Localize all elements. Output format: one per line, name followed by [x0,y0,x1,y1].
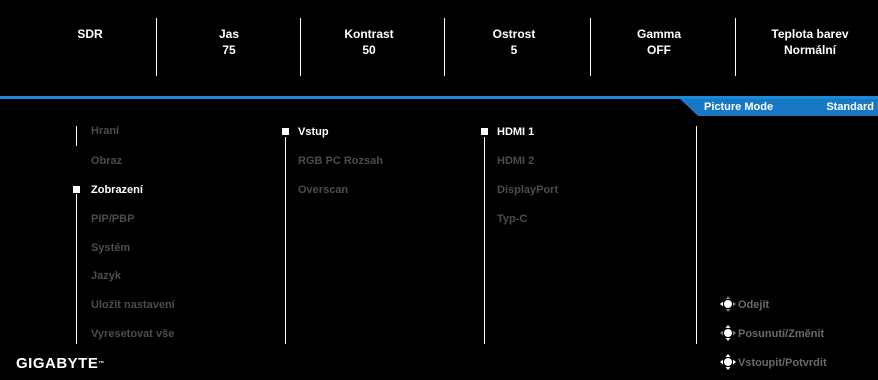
picture-mode-value: Standard [826,101,874,113]
nav-help-exit: Odejít [738,299,770,311]
menu-item-pip-pbp[interactable]: PIP/PBP [91,212,134,226]
top-separator [300,18,301,76]
menu-item-language[interactable]: Jazyk [91,269,121,283]
top-item-value: Normální [783,43,836,57]
top-item-label: Gamma [636,27,682,41]
nav-help-enter-confirm: Vstoupit/Potvrdit [738,357,827,369]
joystick-press-icon [720,354,736,370]
submenu-item-overscan[interactable]: Overscan [298,183,348,197]
menu-item-display[interactable]: Zobrazení [91,183,143,197]
top-item-sharpness: Ostrost 5 [455,18,573,84]
top-separator [590,18,591,76]
top-item-value: 50 [362,43,376,57]
option-type-c[interactable]: Typ-C [497,212,527,226]
accent-divider [0,96,878,99]
top-item-value: 75 [222,43,236,57]
column-line [696,126,697,344]
submenu-item-rgb-pc-range[interactable]: RGB PC Rozsah [298,154,383,168]
top-item-value: 5 [510,43,518,57]
top-item-brightness: Jas 75 [170,18,288,84]
menu-item-save-settings[interactable]: Uložit nastavení [91,298,175,312]
selection-marker [282,128,289,135]
menu-item-reset-all[interactable]: Vyresetovat vše [91,327,174,341]
column-line [285,137,286,344]
logo-text: GIGABYTE [16,355,99,372]
gigabyte-logo: GIGABYTE™ [16,355,105,373]
top-item-sdr: SDR [30,18,150,84]
option-displayport[interactable]: DisplayPort [497,183,558,197]
selection-marker [481,128,488,135]
top-separator [444,18,445,76]
trademark-symbol: ™ [98,361,105,367]
top-item-label: Ostrost [492,27,536,41]
menu-item-system[interactable]: Systém [91,241,130,255]
top-separator [735,18,736,76]
selection-marker [73,186,80,193]
menu-item-gaming[interactable]: Hraní [91,124,119,138]
column-line [76,126,77,146]
option-hdmi-1[interactable]: HDMI 1 [497,125,534,139]
top-item-label: SDR [77,27,103,41]
top-item-contrast: Kontrast 50 [310,18,428,84]
nav-help-move-change: Posunutí/Změnit [738,328,825,340]
top-item-color-temperature: Teplota barev Normální [746,18,874,84]
top-item-label: Jas [218,27,240,41]
top-item-value: OFF [647,43,671,57]
joystick-left-icon [720,296,736,312]
column-line [484,137,485,344]
menu-item-picture[interactable]: Obraz [91,154,122,168]
column-line [76,194,77,344]
joystick-up-down-icon [720,325,736,341]
top-separator [156,18,157,76]
option-hdmi-2[interactable]: HDMI 2 [497,154,534,168]
top-item-label: Teplota barev [771,27,849,41]
top-status-bar: SDR Jas 75 Kontrast 50 Ostrost 5 Gamma O… [0,0,878,96]
submenu-item-input[interactable]: Vstup [298,125,329,139]
top-item-gamma: Gamma OFF [600,18,718,84]
picture-mode-label: Picture Mode [704,101,774,113]
top-item-label: Kontrast [344,27,394,41]
